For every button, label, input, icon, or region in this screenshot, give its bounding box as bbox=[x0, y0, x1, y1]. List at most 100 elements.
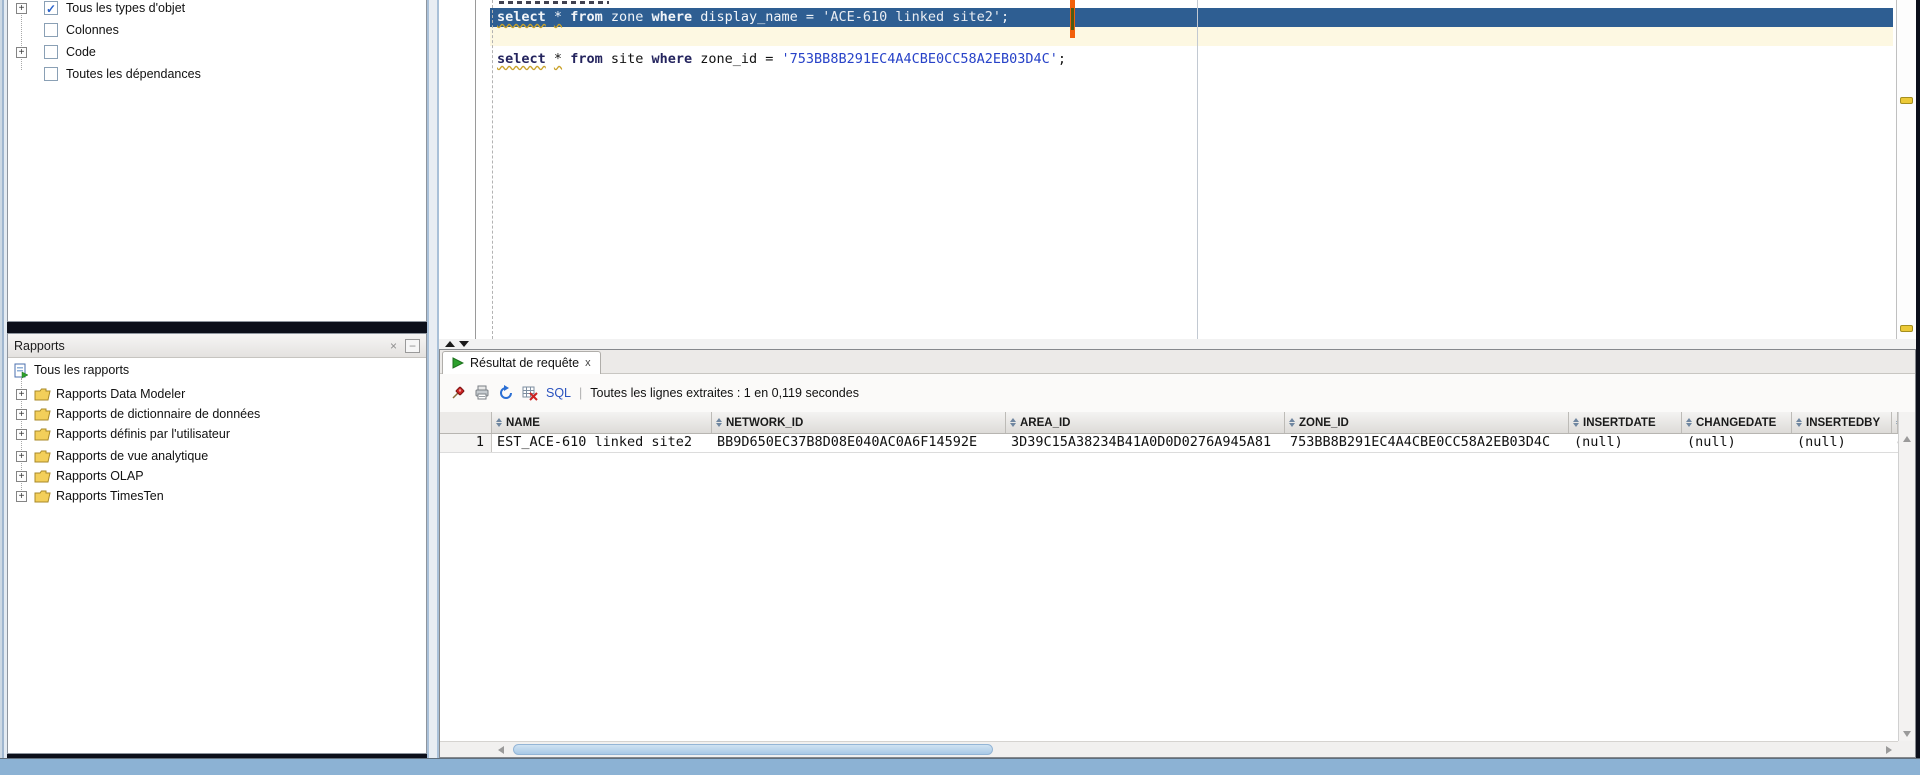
worksheet-area: select * from zone where display_name = … bbox=[439, 0, 1916, 758]
tree-item-all-reports[interactable]: Tous les rapports bbox=[8, 362, 426, 380]
minimize-icon[interactable]: − bbox=[405, 339, 420, 353]
cell-zone-id[interactable]: 753BB8B291EC4A4CBE0CC58A2EB03D4C bbox=[1285, 434, 1569, 452]
column-header-changedate[interactable]: CHANGEDATE bbox=[1682, 412, 1792, 433]
panel-splitter-vertical[interactable] bbox=[427, 0, 439, 758]
column-header-zone-id[interactable]: ZONE_ID bbox=[1285, 412, 1569, 433]
folder-icon bbox=[34, 428, 51, 441]
column-header-network-id[interactable]: NETWORK_ID bbox=[712, 412, 1006, 433]
print-icon[interactable] bbox=[474, 385, 490, 401]
checkbox-all-dependencies[interactable] bbox=[44, 67, 58, 81]
refresh-icon[interactable] bbox=[498, 385, 514, 401]
statement-highlight bbox=[490, 27, 1893, 46]
pin-icon[interactable] bbox=[450, 385, 466, 401]
result-toolbar: SQL | Toutes les lignes extraites : 1 en… bbox=[440, 374, 1915, 412]
tree-item-label: Tous les types d'objet bbox=[66, 1, 185, 15]
sort-icon bbox=[1573, 418, 1579, 427]
checkbox-code[interactable] bbox=[44, 45, 58, 59]
tree-item-report-folder[interactable]: + Rapports OLAP bbox=[8, 468, 426, 486]
tree-item-columns[interactable]: Colonnes bbox=[8, 22, 426, 40]
collapse-down-icon[interactable] bbox=[459, 341, 469, 347]
tab-label: Résultat de requête bbox=[470, 356, 579, 370]
sql-token bbox=[562, 51, 570, 67]
tree-item-all-object-types[interactable]: + ✓ Tous les types d'objet bbox=[8, 0, 426, 18]
tree-item-code[interactable]: + Code bbox=[8, 44, 426, 62]
tree-item-report-folder[interactable]: + Rapports TimesTen bbox=[8, 488, 426, 506]
cell-name[interactable]: EST_ACE-610 linked site2 bbox=[492, 434, 712, 452]
sort-icon bbox=[1010, 418, 1016, 427]
tree-item-report-folder[interactable]: + Rapports de dictionnaire de données bbox=[8, 406, 426, 424]
expand-icon[interactable]: + bbox=[16, 409, 27, 420]
editor-results-splitter[interactable] bbox=[439, 339, 1916, 349]
report-icon bbox=[13, 363, 29, 379]
column-header-label: INSERTDATE bbox=[1583, 417, 1656, 429]
vertical-scrollbar[interactable] bbox=[1898, 412, 1915, 741]
sql-token: from bbox=[570, 9, 603, 25]
sql-statement-1[interactable]: select * from zone where display_name = … bbox=[497, 8, 1009, 27]
warning-marker[interactable] bbox=[1900, 97, 1913, 104]
sql-token: select bbox=[497, 9, 546, 25]
sql-token: select bbox=[497, 51, 546, 67]
editor-overview-ruler[interactable] bbox=[1896, 0, 1916, 339]
column-header-label: AREA_ID bbox=[1020, 417, 1070, 429]
folder-icon bbox=[34, 470, 51, 483]
tree-item-report-folder[interactable]: + Rapports Data Modeler bbox=[8, 386, 426, 404]
sql-string-literal: '753BB8B291EC4A4CBE0CC58A2EB03D4C' bbox=[782, 51, 1058, 67]
window-left-edge bbox=[0, 0, 7, 758]
cell-changedate[interactable]: (null) bbox=[1682, 434, 1792, 452]
cell-insertdate[interactable]: (null) bbox=[1569, 434, 1682, 452]
horizontal-scrollbar[interactable] bbox=[440, 741, 1898, 757]
expand-icon[interactable]: + bbox=[16, 3, 27, 14]
tree-item-report-folder[interactable]: + Rapports de vue analytique bbox=[8, 448, 426, 466]
sql-token: zone_id = bbox=[692, 51, 781, 67]
close-icon[interactable]: x bbox=[585, 357, 591, 369]
cell-insertedby[interactable]: (null) bbox=[1792, 434, 1892, 452]
sql-token bbox=[562, 9, 570, 25]
expand-icon[interactable]: + bbox=[16, 429, 27, 440]
column-header-insertedby[interactable]: INSERTEDBY bbox=[1792, 412, 1892, 433]
column-header-area-id[interactable]: AREA_ID bbox=[1006, 412, 1285, 433]
scroll-down-icon[interactable] bbox=[1903, 731, 1911, 737]
scroll-right-icon[interactable] bbox=[1886, 746, 1892, 754]
tree-item-all-dependencies[interactable]: Toutes les dépendances bbox=[8, 66, 426, 84]
reports-panel: Rapports × − Tous les rapports + Rapport… bbox=[7, 333, 427, 754]
sql-button[interactable]: SQL bbox=[546, 386, 571, 400]
expand-icon[interactable]: + bbox=[16, 471, 27, 482]
scroll-left-icon[interactable] bbox=[498, 746, 504, 754]
tab-query-result[interactable]: Résultat de requête x bbox=[442, 351, 601, 374]
expand-icon[interactable]: + bbox=[16, 47, 27, 58]
table-row[interactable]: 1 EST_ACE-610 linked site2 BB9D650EC37B8… bbox=[440, 434, 1898, 453]
check-icon: ✓ bbox=[46, 2, 56, 16]
row-number-cell: 1 bbox=[440, 434, 492, 452]
column-header-name[interactable]: NAME bbox=[492, 412, 712, 433]
sql-token bbox=[546, 9, 554, 25]
sort-icon bbox=[1289, 418, 1295, 427]
sql-editor[interactable]: select * from zone where display_name = … bbox=[439, 0, 1916, 339]
scrollbar-thumb[interactable] bbox=[513, 744, 993, 755]
cell-network-id[interactable]: BB9D650EC37B8D08E040AC0A6F14592E bbox=[712, 434, 1006, 452]
column-header-label: ZONE_ID bbox=[1299, 417, 1349, 429]
expand-icon[interactable]: + bbox=[16, 389, 27, 400]
checkbox-columns[interactable] bbox=[44, 23, 58, 37]
fetch-grid-icon[interactable] bbox=[522, 385, 538, 401]
scroll-up-icon[interactable] bbox=[1903, 436, 1911, 442]
expand-icon[interactable]: + bbox=[16, 491, 27, 502]
tree-item-label: Tous les rapports bbox=[34, 363, 129, 377]
expand-icon[interactable]: + bbox=[16, 451, 27, 462]
sql-token: where bbox=[652, 9, 693, 25]
toolbar-separator: | bbox=[579, 386, 582, 400]
sort-icon bbox=[1796, 418, 1802, 427]
tree-item-label: Rapports OLAP bbox=[56, 469, 144, 483]
row-number-header[interactable] bbox=[440, 412, 492, 433]
column-header-insertdate[interactable]: INSERTDATE bbox=[1569, 412, 1682, 433]
warning-marker[interactable] bbox=[1900, 325, 1913, 332]
result-grid[interactable]: NAME NETWORK_ID AREA_ID ZONE_ID INSERTDA… bbox=[440, 412, 1898, 741]
collapse-up-icon[interactable] bbox=[445, 341, 455, 347]
checkbox-all-object-types[interactable]: ✓ bbox=[44, 1, 58, 15]
sql-statement-2[interactable]: select * from site where zone_id = '753B… bbox=[497, 50, 1066, 69]
tree-item-report-folder[interactable]: + Rapports définis par l'utilisateur bbox=[8, 426, 426, 444]
cell-area-id[interactable]: 3D39C15A38234B41A0D0D0276A945A81 bbox=[1006, 434, 1285, 452]
close-icon[interactable]: × bbox=[390, 340, 397, 352]
drag-caret bbox=[1070, 0, 1075, 38]
column-header-label: NETWORK_ID bbox=[726, 417, 803, 429]
tree-item-label: Colonnes bbox=[66, 23, 119, 37]
